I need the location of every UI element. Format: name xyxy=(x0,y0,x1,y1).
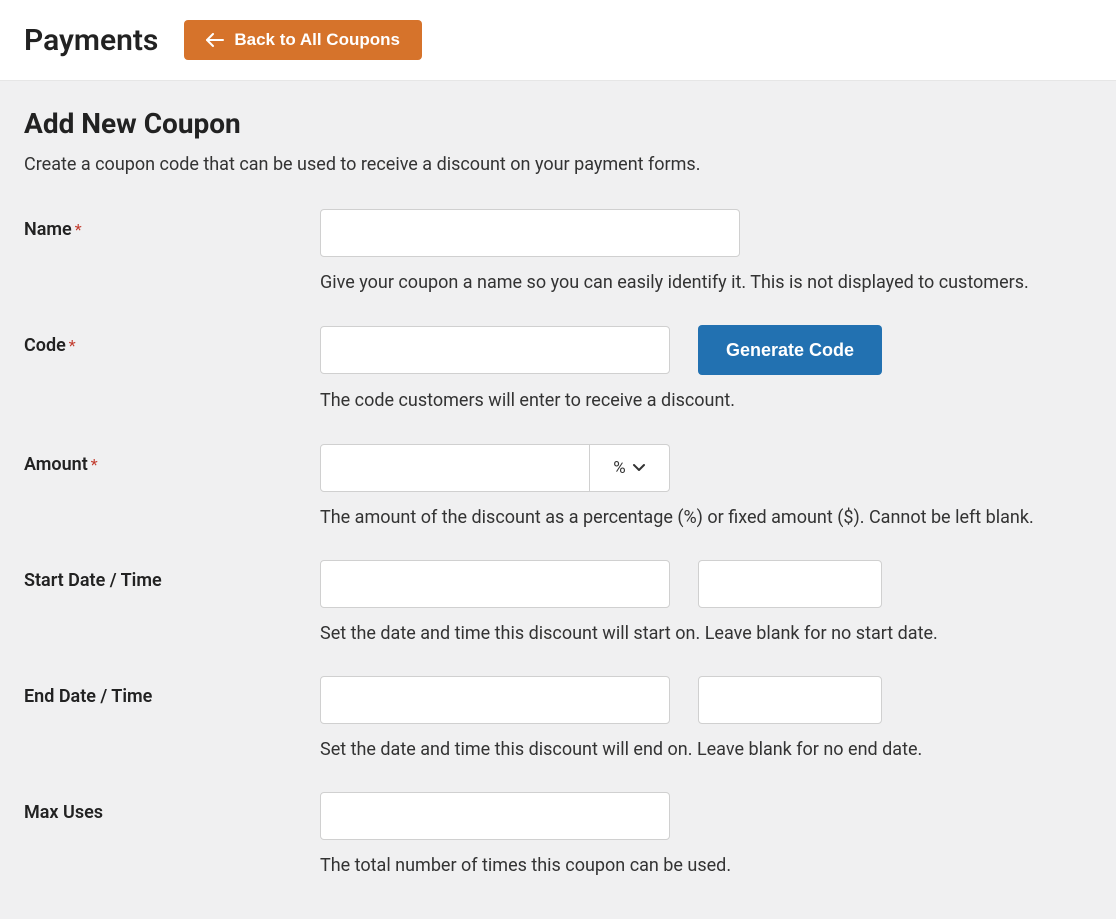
required-mark: * xyxy=(91,455,98,474)
amount-unit-value: % xyxy=(613,458,625,478)
arrow-left-icon xyxy=(206,33,224,47)
field-row-code: Code* Generate Code The code customers w… xyxy=(24,325,1092,413)
back-to-coupons-button[interactable]: Back to All Coupons xyxy=(184,20,422,60)
required-mark: * xyxy=(75,220,82,239)
code-input[interactable] xyxy=(320,326,670,374)
required-mark: * xyxy=(69,336,76,355)
name-input[interactable] xyxy=(320,209,740,257)
start-label: Start Date / Time xyxy=(24,570,162,591)
max-uses-label: Max Uses xyxy=(24,802,103,823)
field-row-start: Start Date / Time Set the date and time … xyxy=(24,560,1092,646)
app-title: Payments xyxy=(24,23,158,58)
generate-code-button[interactable]: Generate Code xyxy=(698,325,882,375)
main-content: Add New Coupon Create a coupon code that… xyxy=(0,81,1116,919)
end-time-input[interactable] xyxy=(698,676,882,724)
page-title: Add New Coupon xyxy=(24,107,1092,140)
amount-unit-select[interactable]: % xyxy=(590,444,670,492)
chevron-down-icon xyxy=(632,458,646,478)
max-uses-help: The total number of times this coupon ca… xyxy=(320,854,1092,878)
max-uses-input[interactable] xyxy=(320,792,670,840)
amount-help: The amount of the discount as a percenta… xyxy=(320,506,1092,530)
field-row-end: End Date / Time Set the date and time th… xyxy=(24,676,1092,762)
page-description: Create a coupon code that can be used to… xyxy=(24,154,1092,175)
name-help: Give your coupon a name so you can easil… xyxy=(320,271,1092,295)
start-help: Set the date and time this discount will… xyxy=(320,622,1092,646)
code-help: The code customers will enter to receive… xyxy=(320,389,1092,413)
field-row-amount: Amount* % The amount of the discount as … xyxy=(24,444,1092,530)
top-bar: Payments Back to All Coupons xyxy=(0,0,1116,81)
field-row-max-uses: Max Uses The total number of times this … xyxy=(24,792,1092,878)
name-label: Name xyxy=(24,219,72,240)
field-row-name: Name* Give your coupon a name so you can… xyxy=(24,209,1092,295)
back-button-label: Back to All Coupons xyxy=(234,30,400,50)
end-label: End Date / Time xyxy=(24,686,152,707)
end-date-input[interactable] xyxy=(320,676,670,724)
amount-input[interactable] xyxy=(320,444,590,492)
code-label: Code xyxy=(24,335,66,356)
start-date-input[interactable] xyxy=(320,560,670,608)
start-time-input[interactable] xyxy=(698,560,882,608)
amount-label: Amount xyxy=(24,454,88,475)
end-help: Set the date and time this discount will… xyxy=(320,738,1092,762)
